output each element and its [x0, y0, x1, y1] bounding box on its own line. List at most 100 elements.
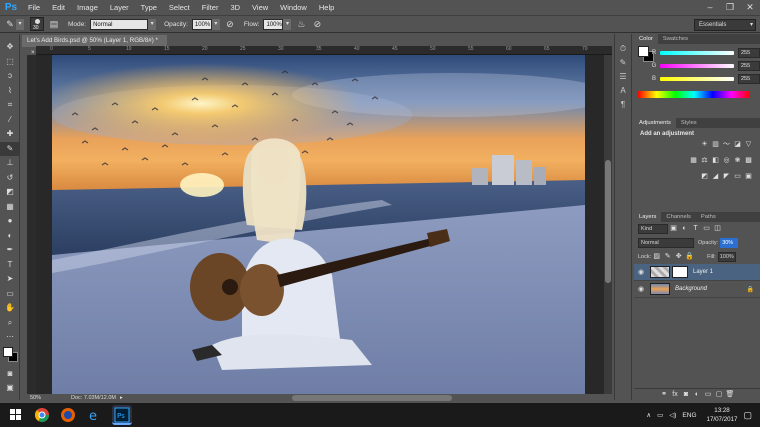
pressure-opacity-icon[interactable]: ⊘: [224, 18, 236, 30]
screen-mode-icon[interactable]: ▣: [0, 381, 20, 396]
add-mask-icon[interactable]: ◙: [681, 390, 692, 400]
character-icon[interactable]: A: [615, 84, 631, 98]
eyedropper-icon[interactable]: ⁄: [0, 113, 20, 128]
dodge-icon[interactable]: ◐: [0, 229, 20, 244]
green-slider[interactable]: [660, 63, 734, 68]
invert-icon[interactable]: ◩: [699, 172, 710, 182]
exposure-icon[interactable]: ◪: [732, 140, 743, 150]
tab-paths[interactable]: Paths: [696, 212, 721, 222]
pressure-size-icon[interactable]: ⊘: [311, 18, 323, 30]
hand-icon[interactable]: ✋: [0, 301, 20, 316]
group-icon[interactable]: ▭: [703, 390, 714, 400]
menu-help[interactable]: Help: [313, 0, 340, 15]
tab-layers[interactable]: Layers: [634, 212, 662, 222]
menu-layer[interactable]: Layer: [104, 0, 135, 15]
horizontal-scroll-thumb[interactable]: [292, 395, 452, 401]
kind-filter[interactable]: Kind: [638, 224, 668, 234]
brush-panel-icon[interactable]: ▤: [48, 18, 60, 30]
visibility-eye-icon[interactable]: ◉: [634, 285, 648, 293]
curves-icon[interactable]: 〜: [721, 140, 732, 150]
adjustment-layer-icon[interactable]: ◐: [692, 390, 703, 400]
menu-3d[interactable]: 3D: [224, 0, 246, 15]
channel-mixer-icon[interactable]: ❀: [732, 156, 743, 166]
menu-window[interactable]: Window: [274, 0, 313, 15]
network-icon[interactable]: ▭: [657, 411, 663, 419]
opacity-field[interactable]: 100%: [191, 18, 212, 30]
stamp-icon[interactable]: ⊥: [0, 156, 20, 171]
menu-edit[interactable]: Edit: [46, 0, 71, 15]
tab-color[interactable]: Color: [634, 34, 658, 44]
threshold-icon[interactable]: ◤: [721, 172, 732, 182]
scroll-thumb[interactable]: [605, 160, 611, 283]
color-lookup-icon[interactable]: ▩: [743, 156, 754, 166]
chrome-icon[interactable]: [32, 405, 52, 425]
lock-all-icon[interactable]: 🔒: [684, 252, 695, 262]
move-icon[interactable]: ✥: [0, 40, 20, 55]
marquee-icon[interactable]: ⬚: [0, 55, 20, 70]
workspace-select[interactable]: Essentials ▾: [694, 19, 756, 31]
shape-icon[interactable]: ▭: [0, 287, 20, 302]
zoom-icon[interactable]: ⌕: [0, 316, 20, 331]
color-balance-icon[interactable]: ⚖: [699, 156, 710, 166]
menu-file[interactable]: File: [22, 0, 46, 15]
trash-icon[interactable]: 🗑: [725, 390, 736, 400]
smart-filter-icon[interactable]: ◫: [712, 224, 723, 234]
brush-tool-icon[interactable]: ✎: [4, 18, 16, 30]
maximize-button[interactable]: ❐: [720, 0, 740, 15]
chevron-down-icon[interactable]: ▾: [148, 18, 157, 30]
more-tools-icon[interactable]: ⋯: [0, 330, 20, 345]
pen-icon[interactable]: ✒: [0, 243, 20, 258]
eraser-icon[interactable]: ◩: [0, 185, 20, 200]
layer-row-background[interactable]: ◉ Background 🔒: [634, 281, 760, 298]
menu-view[interactable]: View: [246, 0, 274, 15]
vertical-scrollbar[interactable]: [604, 55, 612, 394]
history-brush-icon[interactable]: ↺: [0, 171, 20, 186]
tab-styles[interactable]: Styles: [676, 118, 702, 128]
tray-expand-icon[interactable]: ∧: [646, 411, 651, 419]
windows-start-icon[interactable]: [6, 405, 26, 425]
volume-icon[interactable]: ◁): [669, 411, 676, 419]
crop-icon[interactable]: ⌗: [0, 98, 20, 113]
levels-icon[interactable]: ▥: [710, 140, 721, 150]
document-canvas[interactable]: [52, 55, 585, 394]
clock[interactable]: 13:28 17/07/2017: [707, 406, 738, 424]
red-slider[interactable]: [660, 50, 734, 55]
chevron-down-icon[interactable]: ▾: [211, 18, 220, 30]
brush-panel-icon[interactable]: ✎: [615, 56, 631, 70]
quick-mask-icon[interactable]: ◙: [0, 367, 20, 382]
lasso-icon[interactable]: ↄ: [0, 69, 20, 84]
minimize-button[interactable]: –: [700, 0, 720, 15]
close-button[interactable]: ✕: [740, 0, 760, 15]
adjust-filter-icon[interactable]: ◐: [679, 224, 690, 234]
brightness-icon[interactable]: ☀: [699, 140, 710, 150]
language-indicator[interactable]: ENG: [682, 412, 696, 419]
tab-adjustments[interactable]: Adjustments: [634, 118, 676, 128]
foreground-swatch[interactable]: [638, 46, 649, 57]
zoom-level[interactable]: 50%: [30, 395, 41, 401]
visibility-eye-icon[interactable]: ◉: [634, 268, 648, 276]
menu-image[interactable]: Image: [71, 0, 104, 15]
type-filter-icon[interactable]: T: [690, 224, 701, 234]
menu-filter[interactable]: Filter: [196, 0, 225, 15]
lock-paint-icon[interactable]: ✎: [662, 252, 673, 262]
notifications-icon[interactable]: ▢: [743, 410, 752, 421]
black-white-icon[interactable]: ◧: [710, 156, 721, 166]
color-swatches[interactable]: [0, 345, 19, 367]
color-spectrum[interactable]: [638, 91, 750, 98]
posterize-icon[interactable]: ◢: [710, 172, 721, 182]
mode-select[interactable]: Normal: [90, 18, 149, 30]
pixel-filter-icon[interactable]: ▣: [668, 224, 679, 234]
quick-select-icon[interactable]: ⌇: [0, 84, 20, 99]
new-layer-icon[interactable]: ▢: [714, 390, 725, 400]
brush-preset-picker[interactable]: 30: [30, 17, 44, 31]
brush-icon[interactable]: ✎: [0, 141, 20, 156]
shape-filter-icon[interactable]: ▭: [701, 224, 712, 234]
airbrush-icon[interactable]: ♨: [295, 18, 307, 30]
layer-mask-thumbnail[interactable]: [672, 266, 688, 278]
red-value[interactable]: 255: [738, 47, 760, 58]
blue-slider[interactable]: [660, 76, 734, 81]
tool-preset-dropdown[interactable]: ▾: [16, 18, 24, 30]
healing-icon[interactable]: ✚: [0, 127, 20, 142]
tab-swatches[interactable]: Swatches: [658, 34, 693, 44]
link-layers-icon[interactable]: ⚭: [659, 390, 670, 400]
